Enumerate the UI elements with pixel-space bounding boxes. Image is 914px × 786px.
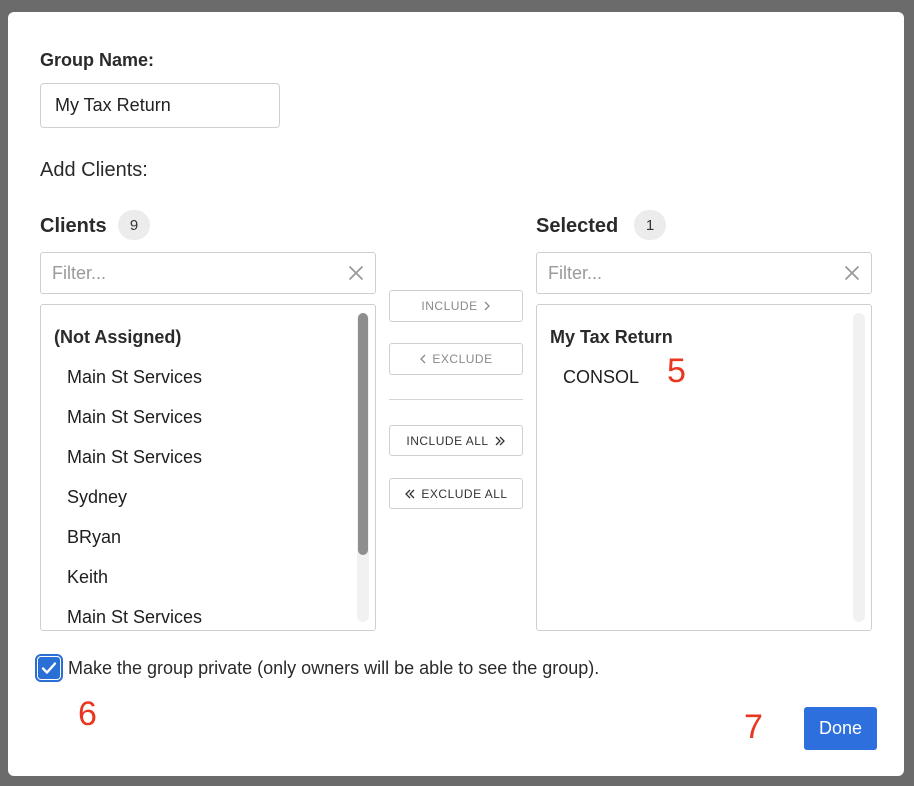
selected-count-badge: 1 — [634, 210, 666, 240]
list-item[interactable]: Sydney — [67, 487, 127, 508]
create-group-dialog: Group Name: Add Clients: Clients 9 (Not … — [8, 12, 904, 776]
checkmark-icon — [41, 662, 57, 674]
chevron-right-icon — [484, 301, 490, 311]
double-chevron-right-icon — [495, 436, 505, 445]
double-chevron-left-icon — [405, 489, 415, 498]
close-icon[interactable] — [347, 264, 365, 282]
close-icon[interactable] — [843, 264, 861, 282]
transfer-divider — [389, 399, 523, 400]
annotation-7: 7 — [744, 708, 763, 746]
exclude-button[interactable]: EXCLUDE — [389, 343, 523, 375]
include-button[interactable]: INCLUDE — [389, 290, 523, 322]
annotation-5: 5 — [667, 352, 686, 390]
list-item[interactable]: Main St Services — [67, 407, 202, 428]
clients-group-header[interactable]: (Not Assigned) — [54, 327, 181, 348]
include-all-button[interactable]: INCLUDE ALL — [389, 425, 523, 456]
include-label: INCLUDE — [421, 299, 478, 313]
private-group-checkbox[interactable] — [35, 654, 63, 682]
selected-list[interactable]: My Tax Return CONSOL — [536, 304, 872, 631]
list-item[interactable]: Keith — [67, 567, 108, 588]
clients-filter — [40, 252, 376, 294]
selected-title: Selected — [536, 215, 619, 237]
private-group-label[interactable]: Make the group private (only owners will… — [68, 658, 599, 679]
list-item[interactable]: Main St Services — [67, 447, 202, 468]
list-item[interactable]: Main St Services — [67, 607, 202, 628]
clients-filter-input[interactable] — [41, 253, 353, 293]
list-item[interactable]: CONSOL — [563, 367, 639, 388]
chevron-left-icon — [420, 354, 426, 364]
done-button[interactable]: Done — [804, 707, 877, 750]
group-name-input[interactable] — [40, 83, 280, 128]
selected-filter-input[interactable] — [537, 253, 849, 293]
clients-list[interactable]: (Not Assigned) Main St Services Main St … — [40, 304, 376, 631]
list-item[interactable]: BRyan — [67, 527, 121, 548]
selected-filter — [536, 252, 872, 294]
group-name-label: Group Name: — [40, 50, 155, 70]
annotation-6: 6 — [78, 695, 97, 733]
include-all-label: INCLUDE ALL — [406, 433, 489, 448]
selected-scrollbar[interactable] — [853, 313, 865, 622]
selected-group-header[interactable]: My Tax Return — [550, 327, 673, 348]
list-item[interactable]: Main St Services — [67, 367, 202, 388]
clients-count-badge: 9 — [118, 210, 150, 240]
exclude-all-button[interactable]: EXCLUDE ALL — [389, 478, 523, 509]
exclude-all-label: EXCLUDE ALL — [421, 486, 508, 501]
clients-title: Clients — [40, 215, 107, 237]
exclude-label: EXCLUDE — [432, 352, 493, 366]
clients-scrollbar[interactable] — [357, 313, 369, 622]
add-clients-label: Add Clients: — [40, 159, 148, 181]
clients-scroll-thumb[interactable] — [358, 313, 368, 555]
